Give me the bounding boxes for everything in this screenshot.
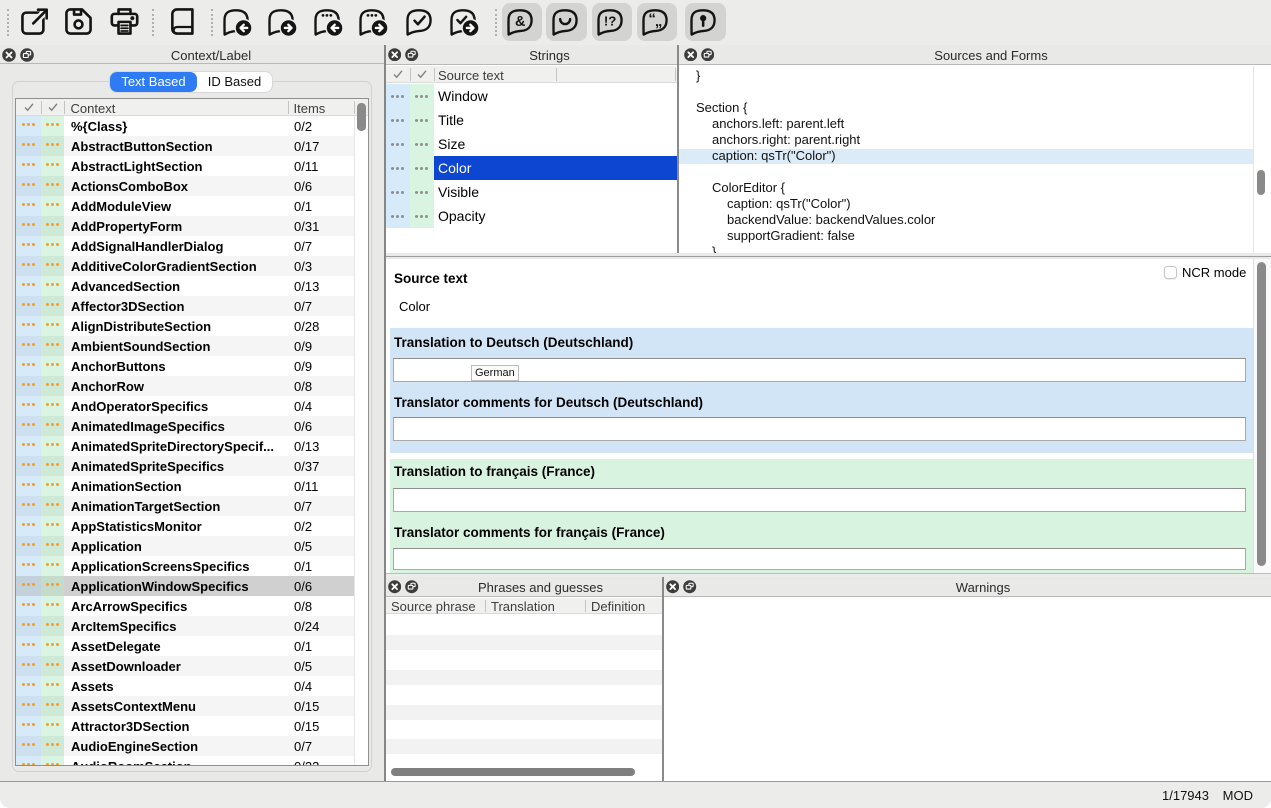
svg-text:!?: !? — [604, 13, 617, 28]
svg-text:&: & — [514, 14, 524, 30]
svg-text:„: „ — [655, 12, 663, 29]
